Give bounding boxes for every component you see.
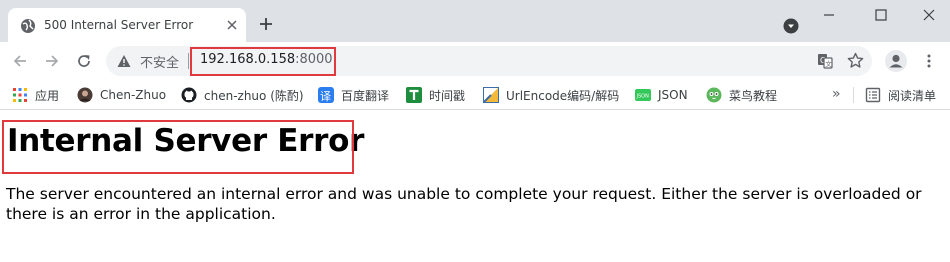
tab-strip: 500 Internal Server Error <box>0 0 950 42</box>
maximize-icon[interactable] <box>874 8 888 22</box>
timestamp-icon <box>406 87 422 103</box>
bookmark-github[interactable]: chen-zhuo (陈酌) <box>181 86 304 104</box>
bookmark-star-icon[interactable] <box>847 52 864 69</box>
active-tab[interactable]: 500 Internal Server Error <box>8 8 246 42</box>
bookmark-json[interactable]: JSON JSON <box>635 86 688 104</box>
reading-list-button[interactable]: 阅读清单 <box>865 86 936 104</box>
page-content: Internal Server Error The server encount… <box>0 111 950 262</box>
github-icon <box>181 87 197 103</box>
json-icon: JSON <box>635 89 651 101</box>
svg-text:文: 文 <box>825 59 832 68</box>
profile-avatar[interactable] <box>885 50 907 72</box>
warning-icon[interactable] <box>117 54 131 68</box>
bookmark-label: 应用 <box>35 88 60 103</box>
reading-list-icon <box>865 87 881 103</box>
bookmark-label: UrlEncode编码/解码 <box>506 88 620 103</box>
close-window-icon[interactable] <box>922 8 936 22</box>
error-message: The server encountered an internal error… <box>6 185 922 223</box>
bookmark-label: JSON <box>658 88 688 102</box>
urlencode-icon <box>483 87 499 103</box>
bookmark-chen-zhuo[interactable]: Chen-Zhuo <box>77 86 166 104</box>
bookmark-baidu-translate[interactable]: 译 百度翻译 <box>318 86 389 104</box>
runoob-icon <box>706 87 722 103</box>
reload-icon[interactable] <box>76 53 92 69</box>
more-menu-icon[interactable] <box>921 53 937 69</box>
person-icon <box>889 54 903 68</box>
svg-text:译: 译 <box>320 90 331 103</box>
bookmark-runoob[interactable]: 菜鸟教程 <box>706 86 777 104</box>
address-bar[interactable]: 不安全 192.168.0.158:8000 G 文 <box>106 46 872 76</box>
tab-title: 500 Internal Server Error <box>44 18 194 32</box>
tab-search-icon[interactable] <box>783 18 799 34</box>
url-port: :8000 <box>295 52 333 67</box>
apps-grid-icon <box>13 88 27 102</box>
bookmark-label: Chen-Zhuo <box>100 88 167 102</box>
minimize-icon[interactable] <box>822 8 836 22</box>
globe-icon <box>21 19 35 33</box>
profile-photo-icon <box>77 87 93 103</box>
forward-icon[interactable] <box>44 53 60 69</box>
bookmark-label: 时间戳 <box>429 88 466 103</box>
bookmark-label: 菜鸟教程 <box>729 88 778 103</box>
browser-toolbar: 不安全 192.168.0.158:8000 G 文 <box>0 42 950 80</box>
url-host: 192.168.0.158 <box>200 52 296 67</box>
security-status[interactable]: 不安全 <box>140 52 179 71</box>
bookmarks-divider <box>853 87 854 103</box>
reading-list-label: 阅读清单 <box>888 88 937 103</box>
omnibox-divider <box>188 53 189 69</box>
close-tab-icon[interactable] <box>224 17 240 33</box>
bookmark-label: chen-zhuo (陈酌) <box>204 88 304 103</box>
back-icon[interactable] <box>12 53 28 69</box>
baidu-translate-icon: 译 <box>318 87 334 103</box>
more-bookmarks-button[interactable]: » <box>832 86 841 102</box>
bookmark-urlencode[interactable]: UrlEncode编码/解码 <box>483 86 619 104</box>
bookmarks-bar: 应用 Chen-Zhuo chen-zhuo (陈酌) 译 百度翻译 时间戳 U… <box>0 80 950 110</box>
page-title: Internal Server Error <box>7 123 365 159</box>
bookmark-apps[interactable]: 应用 <box>12 86 59 104</box>
bookmark-label: 百度翻译 <box>341 88 390 103</box>
svg-text:JSON: JSON <box>636 94 650 100</box>
translate-icon[interactable]: G 文 <box>817 53 833 69</box>
new-tab-icon[interactable] <box>258 16 274 32</box>
url-text[interactable]: 192.168.0.158:8000 <box>200 52 333 67</box>
bookmark-timestamp[interactable]: 时间戳 <box>406 86 465 104</box>
